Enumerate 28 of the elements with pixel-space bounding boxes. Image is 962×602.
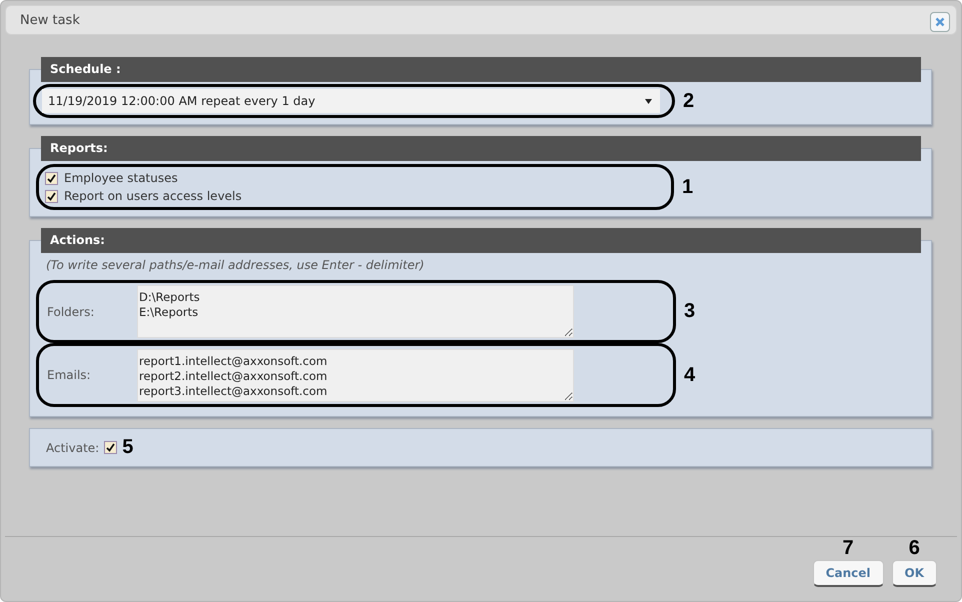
hint-text: (To write several paths/e-mail addresses, use Enter - delimiter) — [45, 257, 426, 272]
window-title: New task — [20, 12, 80, 28]
callout-number: 3 — [684, 300, 696, 323]
checkbox[interactable] — [45, 190, 58, 202]
section-header: Reports: — [41, 136, 921, 161]
caret-icon — [645, 98, 652, 104]
checkbox[interactable] — [45, 172, 58, 184]
callout-number: 6 — [908, 537, 920, 560]
checkbox-label: Activate: — [46, 440, 100, 454]
field-label: Emails: — [46, 368, 92, 382]
close-button[interactable] — [930, 12, 950, 32]
section-header: Actions: — [41, 228, 921, 253]
close-icon — [935, 17, 945, 27]
callout-number: 2 — [683, 90, 694, 112]
callout-number: 7 — [842, 537, 854, 560]
callout-number: 5 — [122, 436, 134, 459]
checkbox-label: Report on users access levels — [64, 189, 242, 203]
text-area-field[interactable]: report1.intellect@axxonsoft.com report2.intellect@axxonsoft.com report3.intellect@axxonsoft.com — [137, 348, 574, 402]
field-label: Folders: — [46, 304, 96, 318]
text-area-field[interactable]: D:\Reports E:\Reports — [137, 285, 574, 338]
schedule-dropdown[interactable]: 11/19/2019 12:00:00 AM repeat every 1 day — [42, 89, 660, 113]
dialog-button[interactable]: OK — [892, 560, 937, 587]
checkbox[interactable] — [104, 441, 118, 454]
checkbox-label: Employee statuses — [64, 171, 178, 185]
callout-number: 1 — [682, 176, 694, 198]
section-header: Schedule : — [41, 57, 921, 82]
callout-number: 4 — [684, 364, 696, 386]
dialog-button[interactable]: Cancel — [812, 560, 884, 587]
